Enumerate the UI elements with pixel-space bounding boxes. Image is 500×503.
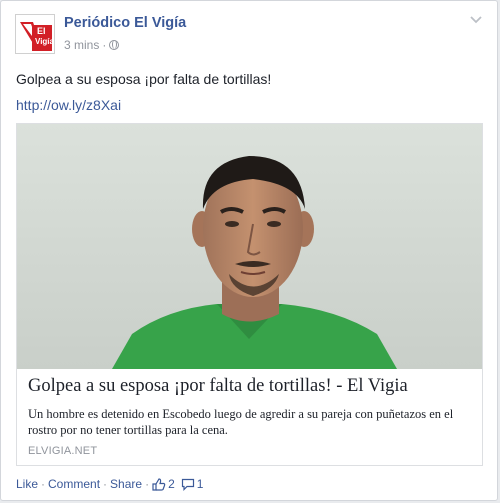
attachment-description: Un hombre es detenido en Escobedo luego … bbox=[28, 407, 454, 437]
meta-separator: · bbox=[102, 38, 107, 52]
post-card: El Vigía Periódico El Vigía 3 mins · Gol… bbox=[0, 0, 498, 501]
action-separator: · bbox=[103, 477, 108, 491]
post-actions: Like · Comment · Share · 2 1 bbox=[16, 477, 203, 491]
link-attachment[interactable]: Golpea a su esposa ¡por falta de tortill… bbox=[16, 123, 483, 466]
post-meta: 3 mins · bbox=[64, 38, 120, 52]
comment-link[interactable]: Comment bbox=[48, 477, 100, 491]
globe-icon[interactable] bbox=[109, 40, 120, 50]
post-link[interactable]: http://ow.ly/z8Xai bbox=[16, 97, 121, 113]
likes-count-link[interactable]: 2 bbox=[152, 477, 175, 491]
logo-text: Vigía bbox=[35, 37, 54, 46]
post-timestamp[interactable]: 3 mins bbox=[64, 38, 99, 52]
page-name-link[interactable]: Periódico El Vigía bbox=[64, 15, 186, 31]
share-link[interactable]: Share bbox=[110, 477, 142, 491]
attachment-domain: ELVIGIA.NET bbox=[28, 445, 98, 457]
like-link[interactable]: Like bbox=[16, 477, 38, 491]
action-separator: · bbox=[145, 477, 150, 491]
page-avatar[interactable]: El Vigía bbox=[15, 14, 55, 54]
attachment-body: Golpea a su esposa ¡por falta de tortill… bbox=[17, 369, 482, 465]
attachment-photo bbox=[17, 124, 482, 369]
action-separator: · bbox=[41, 477, 46, 491]
comment-icon bbox=[181, 478, 194, 491]
comments-count: 1 bbox=[196, 477, 204, 491]
comments-count-link[interactable]: 1 bbox=[181, 477, 204, 491]
attachment-title[interactable]: Golpea a su esposa ¡por falta de tortill… bbox=[28, 376, 408, 397]
attachment-image bbox=[17, 124, 482, 369]
chevron-down-icon[interactable] bbox=[469, 15, 483, 25]
likes-count: 2 bbox=[168, 477, 175, 491]
thumbs-up-icon bbox=[152, 477, 166, 491]
logo-text: El bbox=[37, 26, 46, 36]
post-text: Golpea a su esposa ¡por falta de tortill… bbox=[16, 71, 272, 87]
